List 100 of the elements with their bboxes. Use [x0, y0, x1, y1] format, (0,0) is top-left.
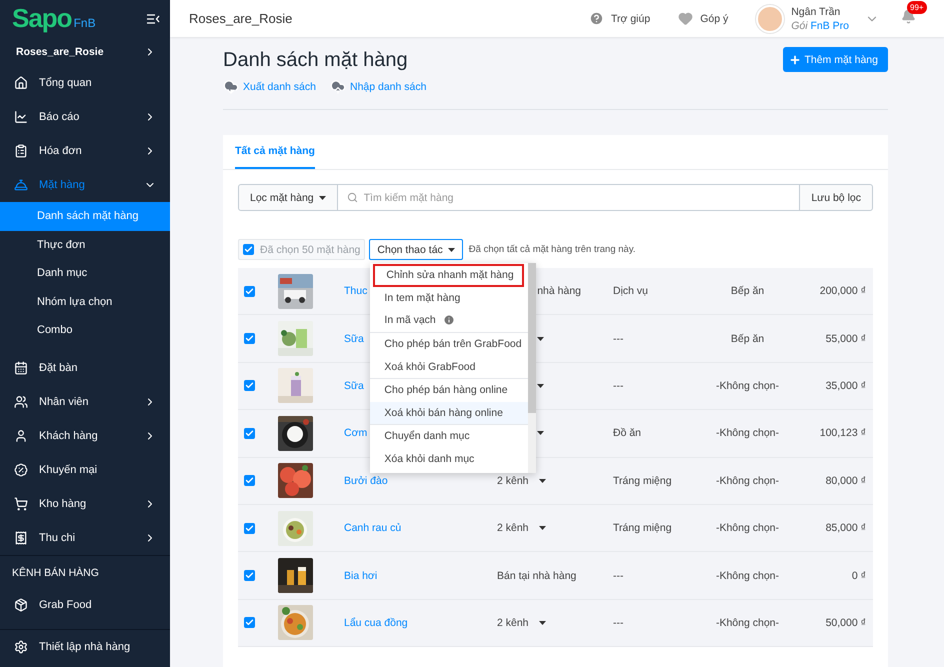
- kitchen-cell-text: -Không chọn-: [714, 380, 780, 392]
- percent-badge-icon: [14, 462, 28, 476]
- menu-item[interactable]: In tem mặt hàng: [370, 286, 528, 310]
- menu-collapse-icon[interactable]: [147, 14, 160, 24]
- page-title: Danh sách mặt hàng: [223, 48, 409, 73]
- kitchen-cell-text: Bếp ăn: [730, 285, 766, 298]
- menu-item[interactable]: Xóa khỏi danh mục: [370, 448, 528, 470]
- sidebar-subitem[interactable]: Combo: [0, 316, 170, 344]
- receipt-icon: [14, 530, 28, 544]
- checkbox[interactable]: [244, 286, 255, 297]
- channel-text: Bán tại nhà hàng: [497, 570, 578, 582]
- caret-icon: [537, 431, 544, 436]
- logo[interactable]: Sapo FnB: [12, 3, 96, 34]
- checkbox[interactable]: [244, 617, 255, 628]
- action-dropdown-button[interactable]: Chọn thao tác: [369, 239, 463, 260]
- cloud-upload-icon: [330, 79, 346, 95]
- sidebar-item[interactable]: Hóa đơn: [0, 134, 170, 168]
- caret-icon: [537, 336, 544, 341]
- tab[interactable]: Tất cả mặt hàng: [235, 135, 315, 169]
- cart-icon: [14, 496, 28, 510]
- checkbox[interactable]: [243, 244, 254, 255]
- item-type: Tráng miệng: [613, 522, 673, 534]
- help-icon: [589, 11, 604, 26]
- kitchen-cell-text: -Không chọn-: [714, 522, 780, 534]
- caret-icon: [448, 248, 455, 252]
- add-item-button[interactable]: Thêm mặt hàng: [783, 47, 888, 72]
- checkbox[interactable]: [244, 522, 255, 534]
- menu-item[interactable]: Cho phép bán hàng online: [370, 378, 528, 402]
- channel-count: 2 kênh: [497, 474, 529, 487]
- feedback-link[interactable]: Góp ý: [678, 11, 728, 26]
- channel-text: nhà hàng: [536, 285, 581, 298]
- filter-button[interactable]: Lọc mặt hàng: [238, 184, 338, 211]
- kitchen-cell-text: -Không chọn-: [714, 427, 780, 440]
- price-cell-text: 35,000 ₫: [824, 380, 866, 392]
- calendar-icon: [14, 360, 28, 374]
- sidebar-item[interactable]: Grab Food: [0, 590, 170, 620]
- item-type: ---: [613, 570, 624, 582]
- store-title: Roses_are_Rosie: [189, 11, 294, 26]
- section-title: KÊNH BÁN HÀNG: [11, 566, 100, 580]
- item-type: ---: [613, 380, 624, 392]
- price-cell-text: 200,000 ₫: [818, 285, 866, 298]
- sidebar-item[interactable]: Thiết lập nhà hàng: [0, 630, 170, 664]
- sidebar-subitem[interactable]: Danh mục: [0, 259, 170, 288]
- selected-count: Đã chọn 50 mặt hàng: [260, 244, 360, 256]
- checkbox[interactable]: [244, 333, 255, 344]
- sidebar-item[interactable]: Khách hàng: [0, 418, 170, 452]
- scrollbar-thumb[interactable]: [528, 263, 536, 413]
- price-cell-text: 0 ₫: [850, 570, 866, 582]
- price-cell-text: 55,000 ₫: [824, 332, 866, 345]
- search-field[interactable]: Tìm kiếm mặt hàng: [338, 184, 800, 211]
- user-name: Ngân Trần: [791, 4, 842, 18]
- save-filter-button[interactable]: Lưu bộ lọc: [799, 184, 873, 211]
- store-selector[interactable]: Roses_are_Rosie: [0, 37, 170, 66]
- plan-label: Gói FnB Pro: [791, 18, 849, 32]
- sidebar-item[interactable]: Thu chi: [0, 520, 170, 554]
- menu-item[interactable]: Cho phép bán trên GrabFood: [370, 332, 528, 356]
- caret-icon: [537, 384, 544, 388]
- caret-icon: [538, 526, 546, 530]
- bell-icon[interactable]: [901, 8, 916, 24]
- sidebar-item[interactable]: Báo cáo: [0, 100, 170, 134]
- clipboard-icon: [14, 144, 28, 158]
- sidebar-item[interactable]: Kho hàng: [0, 486, 170, 520]
- kitchen-cell-text: -Không chọn-: [714, 474, 780, 487]
- checkbox[interactable]: [244, 380, 255, 392]
- user-icon: [14, 428, 28, 442]
- price-cell-text: 50,000 ₫: [824, 616, 866, 629]
- sidebar-item[interactable]: Mặt hàng: [0, 168, 170, 202]
- sidebar-item[interactable]: Nhân viên: [0, 384, 170, 418]
- kitchen-cell-text: -Không chọn-: [714, 570, 780, 582]
- line-chart-icon: [14, 110, 28, 124]
- sidebar-item[interactable]: Đặt bàn: [0, 350, 170, 384]
- notification-badge: 99+: [907, 0, 927, 14]
- menu-item[interactable]: Xoá khỏi bán hàng online: [370, 402, 528, 424]
- selection-note: Đã chọn tất cả mặt hàng trên trang này.: [468, 244, 636, 255]
- caret-icon: [538, 478, 546, 483]
- item-type: Đồ ăn: [613, 427, 642, 440]
- kitchen-cell-text: Bếp ăn: [730, 332, 766, 345]
- menu-item[interactable]: Chuyển danh mục: [370, 425, 528, 448]
- caret-icon: [318, 196, 326, 200]
- help-link[interactable]: Trợ giúp: [589, 11, 650, 26]
- menu-item[interactable]: Xoá khỏi GrabFood: [370, 355, 528, 378]
- price-cell-text: 85,000 ₫: [824, 522, 866, 534]
- menu-item[interactable]: In mã vạch: [370, 309, 528, 332]
- sidebar-item[interactable]: Khuyến mại: [0, 452, 170, 486]
- settings-icon: [14, 640, 28, 654]
- checkbox[interactable]: [244, 428, 255, 439]
- sidebar-subitem[interactable]: Nhóm lựa chọn: [0, 288, 170, 316]
- checkbox[interactable]: [244, 570, 255, 582]
- plus-icon: [789, 54, 802, 66]
- sidebar-subitem[interactable]: Danh sách mặt hàng: [0, 202, 170, 230]
- cloud-download-icon: [223, 79, 239, 95]
- menu-item[interactable]: Chỉnh sửa nhanh mặt hàng: [373, 264, 524, 287]
- item-type: ---: [613, 332, 624, 345]
- search-icon: [346, 192, 358, 203]
- sidebar-subitem[interactable]: Thực đơn: [0, 230, 170, 259]
- item-type: Tráng miệng: [613, 474, 673, 487]
- sidebar-item[interactable]: Tổng quan: [0, 66, 170, 100]
- checkbox[interactable]: [244, 475, 255, 486]
- item-type: Dịch vụ: [613, 285, 650, 298]
- channel-count: 2 kênh: [497, 616, 529, 629]
